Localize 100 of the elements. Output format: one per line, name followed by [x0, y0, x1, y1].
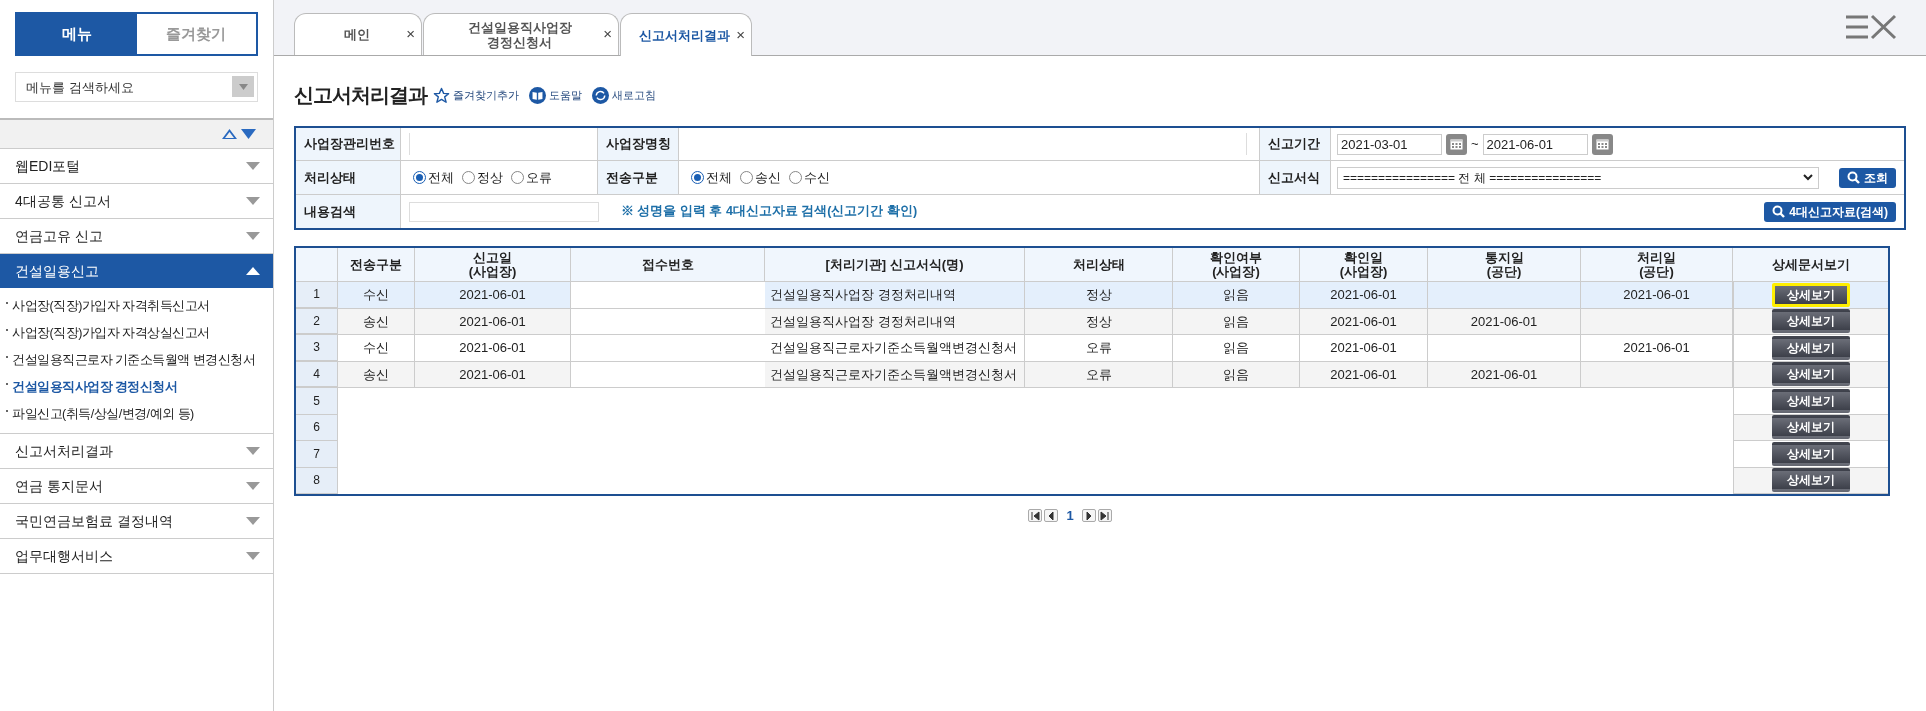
sidebar-tab[interactable]: 메뉴	[17, 14, 137, 54]
radio-button[interactable]	[740, 171, 753, 184]
close-icon[interactable]: ×	[736, 23, 745, 47]
close-icon[interactable]: ×	[406, 23, 415, 46]
format-select[interactable]: ================ 전 체 ================	[1337, 166, 1819, 189]
table-cell: 오류	[1025, 361, 1173, 387]
page-tab[interactable]: 메인 ×	[294, 13, 422, 55]
table-row[interactable]: 7 상세보기	[296, 441, 1888, 468]
table-cell: 수신	[338, 282, 415, 308]
date-field[interactable]: 2021-06-01	[1482, 133, 1588, 155]
next-page-icon	[1083, 510, 1094, 521]
close-icon[interactable]: ×	[603, 23, 612, 46]
detail-button[interactable]: 상세보기	[1772, 362, 1850, 387]
sidebar-subitem[interactable]: 파일신고(취득/상실/변경/예외 등)	[6, 401, 273, 428]
table-cell: 2021-06-01	[1428, 308, 1581, 334]
table-row[interactable]: 6 상세보기	[296, 414, 1888, 441]
field-label: 전송구분	[597, 161, 679, 194]
next-page-button[interactable]	[1081, 509, 1096, 523]
expand-icon	[245, 446, 261, 456]
expand-icon	[245, 231, 261, 241]
last-page-button[interactable]	[1097, 509, 1112, 523]
sidebar-item[interactable]: 건설일용신고	[0, 253, 273, 288]
sidebar-subitem[interactable]: 건설일용직근로자 기준소득월액 변경신청서	[6, 347, 273, 374]
current-page[interactable]: 1	[1066, 506, 1074, 526]
detail-button[interactable]: 상세보기	[1772, 388, 1850, 413]
page-tab[interactable]: 건설일용직사업장 경정신청서 ×	[423, 13, 619, 55]
radio-button[interactable]	[462, 171, 475, 184]
last-page-icon	[1099, 510, 1110, 521]
table-row[interactable]: 1 수신 2021-06-01 건설일용직사업장 경정처리내역 정상 읽음 2021-06-01 2021-06-01 상세보기	[296, 282, 1888, 309]
table-cell: 읽음	[1173, 282, 1300, 308]
collapse-all-icon[interactable]	[221, 128, 238, 140]
first-page-button[interactable]	[1028, 509, 1043, 523]
table-cell: 건설일용직사업장 경정처리내역	[765, 282, 1025, 308]
header-link[interactable]: 도움말	[529, 86, 582, 104]
sidebar-subitem[interactable]: 사업장(직장)가입자 자격상실신고서	[6, 320, 273, 347]
detail-button[interactable]: 상세보기	[1772, 468, 1850, 493]
expand-icon	[245, 161, 261, 171]
content-search-field[interactable]	[409, 201, 599, 222]
table-cell: 송신	[338, 361, 415, 387]
table-row[interactable]: 3 수신 2021-06-01 건설일용직근로자기준소득월액변경신청서 오류 읽음 2021-06-01 2021-06-01 상세보기	[296, 335, 1888, 362]
sidebar-subitem[interactable]: 사업장(직장)가입자 자격취득신고서	[6, 293, 273, 320]
refresh-icon	[592, 86, 609, 104]
expand-all-icon[interactable]	[240, 128, 257, 140]
header-link[interactable]: 즐겨찾기추가	[433, 86, 519, 104]
table-cell: 정상	[1025, 282, 1173, 308]
detail-button[interactable]: 상세보기	[1772, 335, 1850, 360]
table-cell: 수신	[338, 335, 415, 361]
radio-button[interactable]	[511, 171, 524, 184]
column-header: 전송구분	[338, 248, 415, 281]
page-title: 신고서처리결과	[294, 83, 427, 108]
menu-close-icon[interactable]	[1844, 14, 1898, 40]
table-row[interactable]: 8 상세보기	[296, 467, 1888, 494]
table-cell: 정상	[1025, 308, 1173, 334]
sidebar-item[interactable]: 신고서처리결과	[0, 433, 273, 468]
sidebar-item[interactable]: 4대공통 신고서	[0, 183, 273, 218]
field-label: 신고기간	[1259, 128, 1331, 160]
menu-search-field[interactable]: 메뉴를 검색하세요	[15, 72, 258, 102]
row-number: 6	[296, 414, 338, 441]
header-link[interactable]: 새로고침	[592, 86, 656, 104]
column-header: 통지일 (공단)	[1428, 248, 1581, 281]
table-cell: 건설일용직근로자기준소득월액변경신청서	[765, 335, 1025, 361]
calendar-button[interactable]	[1446, 133, 1467, 155]
calendar-icon	[1595, 138, 1609, 150]
sidebar-subitem[interactable]: 건설일용직사업장 경정신청서	[6, 374, 273, 401]
radio-label: 정상	[477, 168, 503, 187]
table-cell: 읽음	[1173, 361, 1300, 387]
page-tab[interactable]: 신고서처리결과 ×	[620, 13, 752, 56]
expand-icon	[245, 196, 261, 206]
row-number: 7	[296, 441, 338, 468]
detail-button[interactable]: 상세보기	[1772, 309, 1850, 334]
sidebar-item[interactable]: 업무대행서비스	[0, 538, 273, 573]
table-row[interactable]: 4 송신 2021-06-01 건설일용직근로자기준소득월액변경신청서 오류 읽음 2021-06-01 2021-06-01 상세보기	[296, 361, 1888, 388]
radio-button[interactable]	[413, 171, 426, 184]
table-cell: 2021-06-01	[1581, 335, 1733, 361]
collapse-icon	[245, 266, 261, 276]
previous-page-button[interactable]	[1044, 509, 1059, 523]
calendar-button[interactable]	[1591, 133, 1613, 155]
radio-button[interactable]	[691, 171, 704, 184]
search-button[interactable]: 4대신고자료(검색)	[1764, 201, 1896, 222]
dropdown-button[interactable]	[232, 76, 254, 97]
query-button[interactable]: 조회	[1839, 167, 1896, 188]
detail-button[interactable]: 상세보기	[1772, 441, 1850, 466]
radio-label: 수신	[804, 168, 830, 187]
detail-button[interactable]: 상세보기	[1772, 282, 1850, 307]
detail-button[interactable]: 상세보기	[1772, 415, 1850, 440]
sidebar-item[interactable]: 국민연금보험료 결정내역	[0, 503, 273, 538]
table-row[interactable]: 5 상세보기	[296, 388, 1888, 415]
chevron-icon	[1803, 174, 1813, 181]
range-separator: ~	[1471, 135, 1479, 154]
star-icon	[433, 86, 450, 104]
table-row[interactable]: 2 송신 2021-06-01 건설일용직사업장 경정처리내역 정상 읽음 2021-06-01 2021-06-01 상세보기	[296, 308, 1888, 335]
sidebar-item[interactable]: 연금 통지문서	[0, 468, 273, 503]
table-cell: 송신	[338, 308, 415, 334]
sidebar-item[interactable]: 웹EDI포털	[0, 148, 273, 183]
field-label: 신고서식	[1259, 161, 1331, 194]
radio-button[interactable]	[789, 171, 802, 184]
table-cell: 오류	[1025, 335, 1173, 361]
column-header: 처리상태	[1025, 248, 1173, 281]
table-cell: 건설일용직사업장 경정처리내역	[765, 308, 1025, 334]
date-field[interactable]: 2021-03-01	[1337, 133, 1442, 155]
